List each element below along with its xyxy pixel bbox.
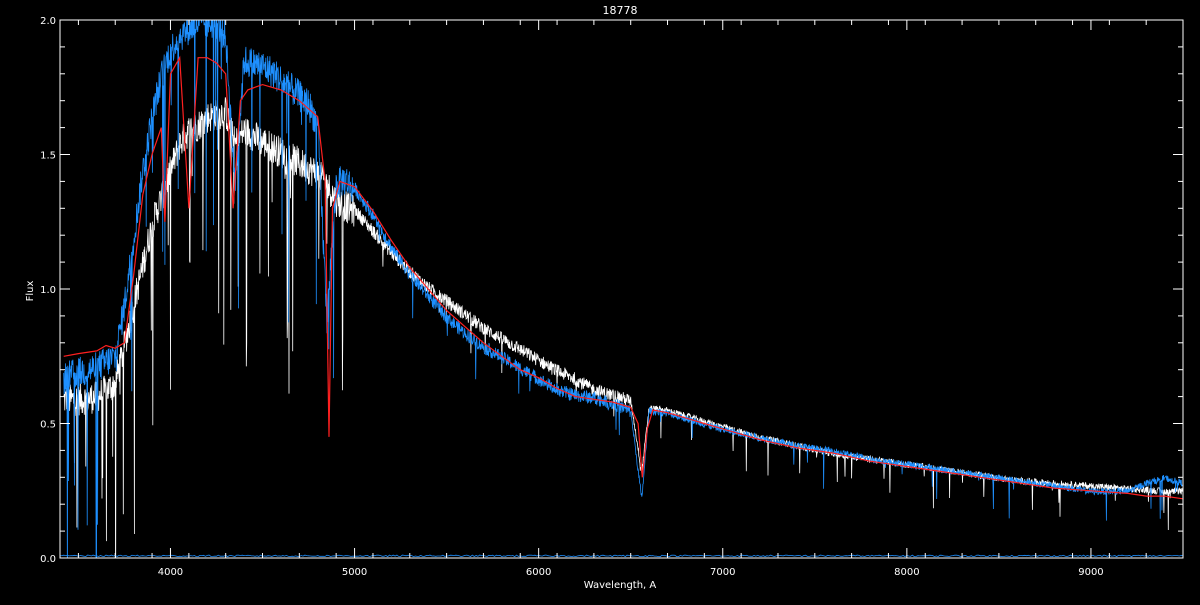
x-tick-label: 9000 (1078, 567, 1103, 578)
x-tick-label: 6000 (526, 567, 551, 578)
chart-svg: 4000 5000 6000 7000 8000 90000.00.51.01.52.0 … (0, 0, 1200, 600)
y-tick-label: 1.0 (40, 285, 56, 296)
y-tick-label: 0.5 (40, 420, 56, 431)
y-tick-label: 1.5 (40, 151, 56, 162)
spectrum-chart: 4000 5000 6000 7000 8000 9000 0.0 0.5 1.0 1.5 2.0 … (0, 0, 1200, 600)
chart-title: 18778 (603, 4, 638, 17)
y-tick-label: 2.0 (40, 16, 56, 27)
chart-background (0, 0, 1200, 600)
y-axis-label: Flux (25, 281, 36, 302)
y-tick-label: 0.0 (40, 554, 56, 565)
x-axis-label: Wavelength, A (584, 580, 657, 591)
x-tick-label: 5000 (342, 567, 367, 578)
x-tick-label: 4000 (158, 567, 183, 578)
x-tick-label: 8000 (894, 567, 919, 578)
x-tick-label: 7000 (710, 567, 735, 578)
